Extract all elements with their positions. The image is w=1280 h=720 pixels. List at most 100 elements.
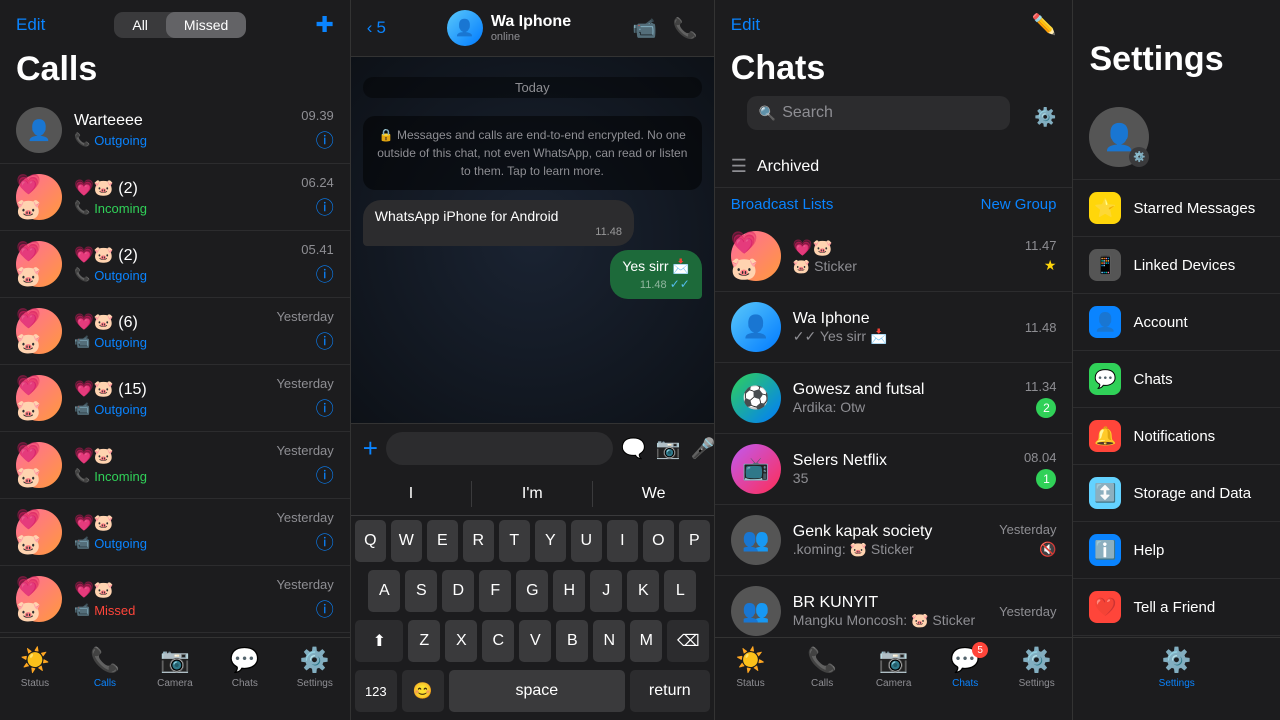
call-list-item[interactable]: 💗🐷 💗🐷 (6) 📹 Outgoing Yesterday ⓘ [0, 298, 350, 365]
chat-list-item[interactable]: 👤 Wa Iphone ✓✓ Yes sirr 📩 11.48 [715, 292, 1073, 363]
calls-filter-missed[interactable]: Missed [166, 12, 246, 38]
call-list-item[interactable]: 💗🐷 💗🐷 📹 Missed Yesterday ⓘ [0, 566, 350, 633]
key-m[interactable]: M [630, 620, 662, 662]
key-l[interactable]: L [664, 570, 696, 612]
call-info-icon-3[interactable]: ⓘ [316, 328, 334, 354]
key-z[interactable]: Z [408, 620, 440, 662]
key-shift[interactable]: ⬆ [355, 620, 403, 662]
key-p[interactable]: P [679, 520, 710, 562]
key-return[interactable]: return [630, 670, 710, 712]
tab-status[interactable]: ☀️ Status [0, 646, 70, 689]
chats-edit-button[interactable]: Edit [731, 15, 760, 35]
call-list-item[interactable]: 💗🐷 💗🐷 📹 Outgoing Yesterday ⓘ [0, 499, 350, 566]
tab-camera[interactable]: 📷 Camera [140, 646, 210, 689]
tab-chats[interactable]: 💬 Chats [210, 646, 280, 689]
chats-search-bar[interactable]: 🔍 Search [747, 96, 1010, 130]
chat-list-item[interactable]: 📺 Selers Netflix 35 08.04 1 [715, 434, 1073, 505]
settings-item-help[interactable]: ℹ️ Help [1073, 522, 1280, 579]
suggestion-i[interactable]: I [351, 481, 472, 507]
call-list-item[interactable]: 💗🐷 💗🐷 (2) 📞 Incoming 06.24 ⓘ [0, 164, 350, 231]
new-group-button[interactable]: New Group [981, 196, 1057, 213]
chats-compose-button[interactable]: ✏️ [1032, 12, 1057, 37]
key-q[interactable]: Q [355, 520, 386, 562]
key-e[interactable]: E [427, 520, 458, 562]
settings-tab-settings[interactable]: ⚙️ Settings [1073, 646, 1280, 689]
key-t[interactable]: T [499, 520, 530, 562]
key-space[interactable]: space [449, 670, 625, 712]
key-r[interactable]: R [463, 520, 494, 562]
call-list-item[interactable]: 💗🐷 💗🐷 (15) 📹 Outgoing Yesterday ⓘ [0, 365, 350, 432]
calls-filter-all[interactable]: All [114, 12, 166, 38]
chat-input-plus-button[interactable]: + [363, 433, 378, 464]
settings-profile[interactable]: 👤 ⚙️ [1073, 95, 1280, 180]
calls-new-button[interactable]: ✚ [315, 12, 333, 38]
chats-tab-settings[interactable]: ⚙️ Settings [1001, 646, 1073, 689]
key-k[interactable]: K [627, 570, 659, 612]
suggestion-we[interactable]: We [593, 481, 713, 507]
key-w[interactable]: W [391, 520, 422, 562]
call-info-icon-4[interactable]: ⓘ [316, 395, 334, 421]
sticker-icon[interactable]: 🗨️ [621, 436, 646, 461]
key-y[interactable]: Y [535, 520, 566, 562]
key-backspace[interactable]: ⌫ [667, 620, 709, 662]
chats-filter-icon[interactable]: ⚙️ [1034, 107, 1056, 128]
broadcast-lists-label[interactable]: Broadcast Lists [731, 196, 834, 213]
chats-tab-camera[interactable]: 📷 Camera [858, 646, 930, 689]
key-g[interactable]: G [516, 570, 548, 612]
chat-back-button[interactable]: ‹ 5 [367, 18, 386, 38]
chat-list-item[interactable]: 👥 Genk kapak society .koming: 🐷 Sticker … [715, 505, 1073, 576]
system-message[interactable]: 🔒 Messages and calls are end-to-end encr… [363, 116, 702, 190]
key-o[interactable]: O [643, 520, 674, 562]
settings-item-starred[interactable]: ⭐ Starred Messages [1073, 180, 1280, 237]
tab-calls[interactable]: 📞 Calls [70, 646, 140, 689]
chats-tab-chats[interactable]: 💬 5 Chats [929, 646, 1001, 689]
key-d[interactable]: D [442, 570, 474, 612]
call-info-icon-2[interactable]: ⓘ [316, 261, 334, 287]
call-list-item[interactable]: 👤 Warteeee 📞 Outgoing 09.39 ⓘ [0, 97, 350, 164]
chat-list-item[interactable]: 👥 BR KUNYIT Mangku Moncosh: 🐷 Sticker Ye… [715, 576, 1073, 637]
key-h[interactable]: H [553, 570, 585, 612]
key-n[interactable]: N [593, 620, 625, 662]
chat-info-4: Selers Netflix 35 [793, 452, 1012, 486]
settings-item-friend[interactable]: ❤️ Tell a Friend [1073, 579, 1280, 636]
settings-item-account[interactable]: 👤 Account [1073, 294, 1280, 351]
key-i[interactable]: I [607, 520, 638, 562]
key-b[interactable]: B [556, 620, 588, 662]
settings-item-notifications[interactable]: 🔔 Notifications [1073, 408, 1280, 465]
key-s[interactable]: S [405, 570, 437, 612]
mic-icon[interactable]: 🎤 [691, 436, 716, 461]
chats-tab-status[interactable]: ☀️ Status [715, 646, 787, 689]
call-info-icon-0[interactable]: ⓘ [316, 127, 334, 153]
key-emoji[interactable]: 😊 [402, 670, 444, 712]
call-info-icon-1[interactable]: ⓘ [316, 194, 334, 220]
key-v[interactable]: V [519, 620, 551, 662]
key-a[interactable]: A [368, 570, 400, 612]
chat-list-item[interactable]: ⚽ Gowesz and futsal Ardika: Otw 11.34 2 [715, 363, 1073, 434]
key-123[interactable]: 123 [355, 670, 397, 712]
call-info-icon-6[interactable]: ⓘ [316, 529, 334, 555]
archived-row[interactable]: ☰ Archived [715, 146, 1073, 188]
chats-tab-calls[interactable]: 📞 Calls [786, 646, 858, 689]
call-info-icon-7[interactable]: ⓘ [316, 596, 334, 622]
key-x[interactable]: X [445, 620, 477, 662]
tab-calls-label: Calls [94, 678, 116, 689]
key-c[interactable]: C [482, 620, 514, 662]
chat-input-field[interactable] [386, 432, 613, 465]
chat-list-item[interactable]: 💗🐷 💗🐷 🐷 Sticker 11.47 ★ [715, 221, 1073, 292]
settings-item-linked[interactable]: 📱 Linked Devices [1073, 237, 1280, 294]
settings-item-storage[interactable]: ↕️ Storage and Data [1073, 465, 1280, 522]
key-u[interactable]: U [571, 520, 602, 562]
calls-edit-button[interactable]: Edit [16, 15, 45, 35]
tab-settings[interactable]: ⚙️ Settings [280, 646, 350, 689]
call-list-item[interactable]: 💗🐷 💗🐷 📞 Incoming Yesterday ⓘ [0, 432, 350, 499]
call-list-item[interactable]: 💗🐷 💗🐷 (2) 📞 Outgoing 05.41 ⓘ [0, 231, 350, 298]
voice-call-icon[interactable]: 📞 [673, 16, 698, 41]
suggestion-im[interactable]: I'm [472, 481, 593, 507]
call-info-icon-5[interactable]: ⓘ [316, 462, 334, 488]
video-call-icon[interactable]: 📹 [632, 16, 657, 41]
key-j[interactable]: J [590, 570, 622, 612]
settings-item-chats[interactable]: 💬 Chats [1073, 351, 1280, 408]
camera-input-icon[interactable]: 📷 [656, 436, 681, 461]
key-f[interactable]: F [479, 570, 511, 612]
calls-filter: All Missed [114, 12, 246, 38]
